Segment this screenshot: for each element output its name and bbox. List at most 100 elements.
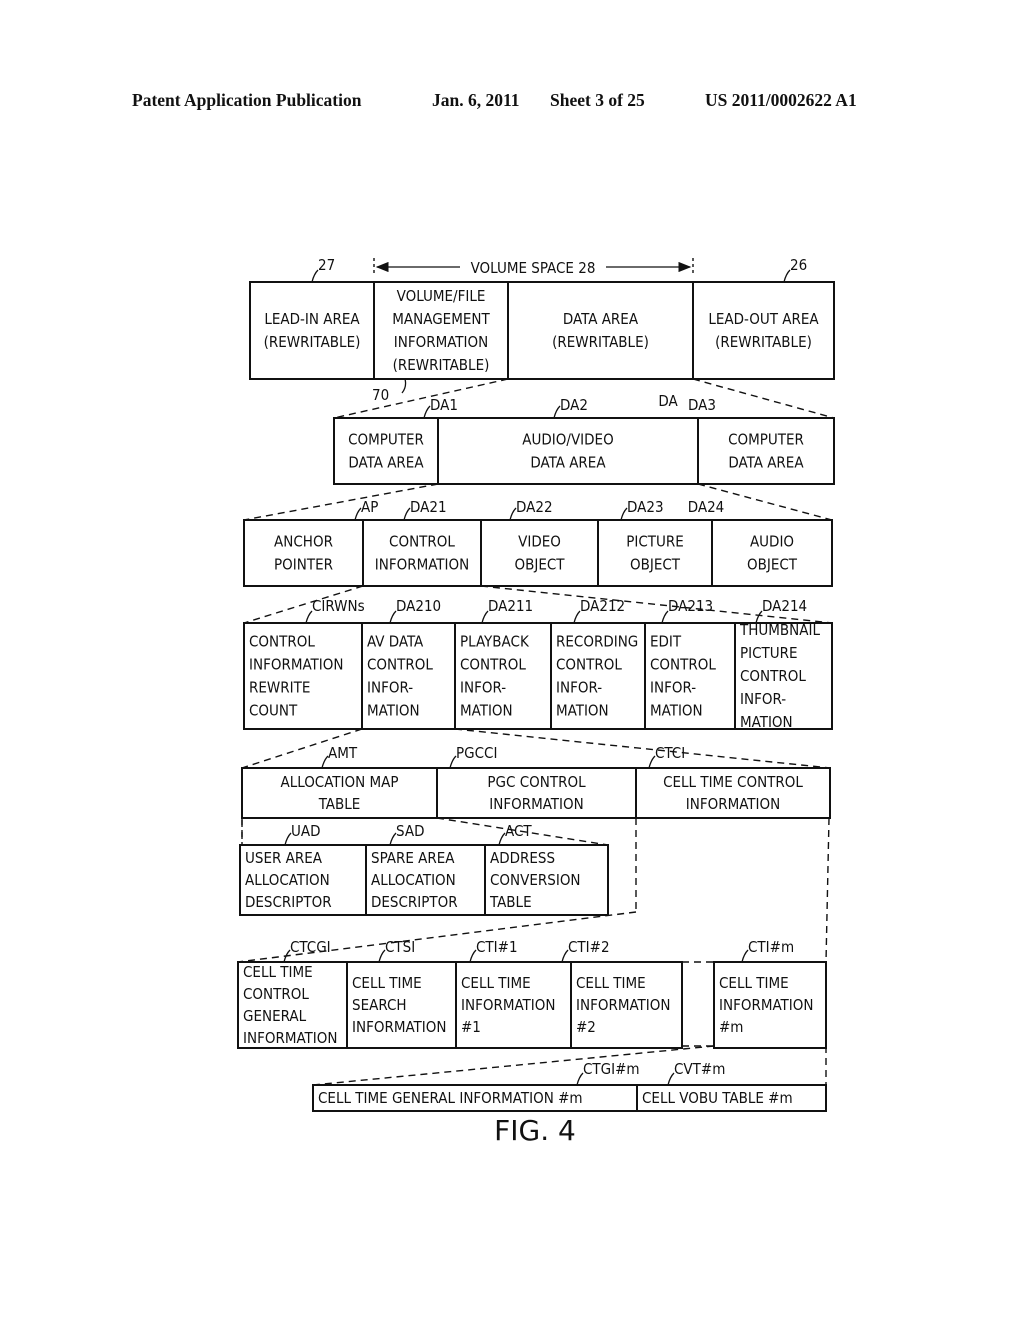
reference-label: DA211 bbox=[481, 597, 533, 624]
ref-26: 26 bbox=[790, 256, 807, 274]
block-text-line: ALLOCATION bbox=[371, 871, 456, 889]
block-text-line: ALLOCATION bbox=[245, 871, 330, 889]
block-text-line: MATION bbox=[740, 713, 793, 731]
reference-label: CTGI#m bbox=[576, 1060, 640, 1086]
block-text-line: POINTER bbox=[274, 556, 333, 574]
block-da213: EDIT CONTROL INFOR- MATION bbox=[644, 622, 736, 730]
block-text-line: INFORMATION bbox=[576, 996, 670, 1014]
ref-da211: DA211 bbox=[488, 597, 533, 615]
block-text-line: CONTROL bbox=[740, 667, 806, 685]
row-av-data-area: ANCHOR POINTER AP CONTROL INFORMATION DA21 VID… bbox=[243, 498, 833, 587]
reference-label: AMT bbox=[321, 744, 358, 769]
block-border bbox=[597, 519, 713, 587]
block-da24: AUDIO OBJECT bbox=[711, 519, 833, 587]
ref-cvt-m: CVT#m bbox=[674, 1060, 725, 1078]
ref-act: ACT bbox=[505, 822, 532, 840]
block-text-line: INFOR- bbox=[740, 690, 786, 708]
block-ctci: CELL TIME CONTROL INFORMATION bbox=[635, 767, 831, 819]
block-border bbox=[249, 281, 375, 380]
block-text-line: CELL TIME bbox=[719, 974, 789, 992]
block-27: LEAD-IN AREA (REWRITABLE) bbox=[249, 281, 375, 380]
ref-da210: DA210 bbox=[396, 597, 441, 615]
block-70: VOLUME/FILE MANAGEMENT INFORMATION (REWRITA… bbox=[373, 281, 509, 380]
row-cell-time-control: CELL TIME CONTROL GENERAL INFORMATION CTCGI C… bbox=[237, 938, 827, 1049]
reference-label: CTI#2 bbox=[561, 938, 610, 963]
block-text-line: DATA AREA bbox=[728, 454, 804, 472]
block-cti-m: CELL TIME INFORMATION #m bbox=[713, 961, 827, 1049]
block-text-line: INFORMATION bbox=[243, 1029, 337, 1047]
ref-da2: DA2 bbox=[560, 396, 588, 414]
reference-label: AP bbox=[354, 498, 378, 521]
reference-label: CTCI bbox=[648, 744, 685, 769]
block-text-line: PGC CONTROL bbox=[487, 773, 586, 791]
figure-label: FIG. 4 bbox=[494, 1114, 576, 1147]
block-da214: THUMBNAIL PICTURE CONTROL INFOR- MATION bbox=[734, 621, 833, 731]
reference-label: CTCGI bbox=[283, 938, 331, 963]
reference-label: DA213 bbox=[661, 597, 713, 624]
block-text-line: GENERAL bbox=[243, 1007, 307, 1025]
block-text-line: INFORMATION bbox=[249, 656, 343, 674]
ref-ctci: CTCI bbox=[655, 744, 685, 762]
block-text-line: CONTROL bbox=[556, 656, 622, 674]
block-text-line: DATA AREA bbox=[530, 454, 606, 472]
block-da23: PICTURE OBJECT bbox=[597, 519, 713, 587]
block-pgcci: PGC CONTROL INFORMATION bbox=[436, 767, 637, 819]
block-text-line: DESCRIPTOR bbox=[371, 893, 458, 911]
block-da2: AUDIO/VIDEO DATA AREA bbox=[437, 417, 699, 485]
reference-label: PGCCI bbox=[449, 744, 497, 769]
reference-label: 70 bbox=[372, 378, 407, 404]
row-data-area: COMPUTER DATA AREA DA1 AUDIO/VIDEO DATA AREA… bbox=[333, 396, 835, 485]
reference-label: CTSI bbox=[378, 938, 415, 963]
block-text-line: ADDRESS bbox=[490, 849, 555, 867]
reference-label: CVT#m bbox=[667, 1060, 725, 1086]
block-text-line: EDIT bbox=[650, 633, 682, 651]
block-text-line: OBJECT bbox=[630, 556, 681, 574]
block-text-line: CELL TIME GENERAL INFORMATION #m bbox=[318, 1089, 583, 1107]
block-da211: PLAYBACK CONTROL INFOR- MATION bbox=[454, 622, 552, 730]
ref-ctgi-m: CTGI#m bbox=[583, 1060, 640, 1078]
block-text-line: COMPUTER bbox=[348, 431, 424, 449]
block-text-line: #m bbox=[719, 1018, 743, 1036]
row-disc-layout: LEAD-IN AREA (REWRITABLE) 27 VOLUME/FILE MAN… bbox=[249, 256, 835, 410]
row-allocation-map: USER AREA ALLOCATION DESCRIPTOR UAD SPARE AR… bbox=[239, 822, 609, 916]
ref-cti-m: CTI#m bbox=[748, 938, 794, 956]
block-text-line: MATION bbox=[460, 702, 513, 720]
block-text-line: (REWRITABLE) bbox=[715, 333, 812, 351]
block-text-line: COMPUTER bbox=[728, 431, 804, 449]
block-text-line: CELL TIME bbox=[576, 974, 646, 992]
ref-pgcci: PGCCI bbox=[456, 744, 497, 762]
block-text-line: INFORMATION bbox=[686, 795, 780, 813]
block-text-line: INFORMATION bbox=[375, 556, 469, 574]
reference-label: CIRWNs bbox=[305, 597, 365, 624]
block-text-line: CELL TIME bbox=[461, 974, 531, 992]
block-da21: CONTROL INFORMATION bbox=[362, 519, 482, 587]
block-text-line: PICTURE bbox=[626, 533, 684, 551]
block-border bbox=[333, 417, 439, 485]
ref-27: 27 bbox=[318, 256, 335, 274]
block-text-line: LEAD-OUT AREA bbox=[708, 310, 819, 328]
block-text-line: CELL TIME CONTROL bbox=[663, 773, 803, 791]
block-border bbox=[507, 281, 694, 380]
block-cti-1: CELL TIME INFORMATION #1 bbox=[455, 961, 572, 1049]
block-text-line: CONTROL bbox=[389, 533, 455, 551]
block-text-line: CONTROL bbox=[367, 656, 433, 674]
block-text-line: CONTROL bbox=[650, 656, 716, 674]
block-cirwns: CONTROL INFORMATION REWRITE COUNT bbox=[243, 622, 363, 730]
block-text-line: CELL TIME bbox=[352, 974, 422, 992]
block-text-line: OBJECT bbox=[747, 556, 798, 574]
block-sad: SPARE AREA ALLOCATION DESCRIPTOR bbox=[365, 844, 486, 916]
ref-da21: DA21 bbox=[410, 498, 447, 516]
block-text-line: INFOR- bbox=[460, 679, 506, 697]
reference-label: ACT bbox=[498, 822, 532, 846]
reference-label: 27 bbox=[311, 256, 335, 283]
block-border bbox=[243, 519, 364, 587]
block-text-line: INFORMATION bbox=[352, 1018, 446, 1036]
block-text-line: (REWRITABLE) bbox=[393, 356, 490, 374]
block-text-line: CONTROL bbox=[243, 985, 309, 1003]
block-text-line: MATION bbox=[367, 702, 420, 720]
block-amt: ALLOCATION MAP TABLE bbox=[241, 767, 438, 819]
block-da3: COMPUTER DATA AREA bbox=[697, 417, 835, 485]
volume-space-indicator: VOLUME SPACE 28 bbox=[373, 258, 694, 277]
row-cell-time-information: CELL TIME GENERAL INFORMATION #mCTGI#mCE… bbox=[312, 1060, 827, 1112]
block-text-line: AUDIO/VIDEO bbox=[522, 431, 613, 449]
